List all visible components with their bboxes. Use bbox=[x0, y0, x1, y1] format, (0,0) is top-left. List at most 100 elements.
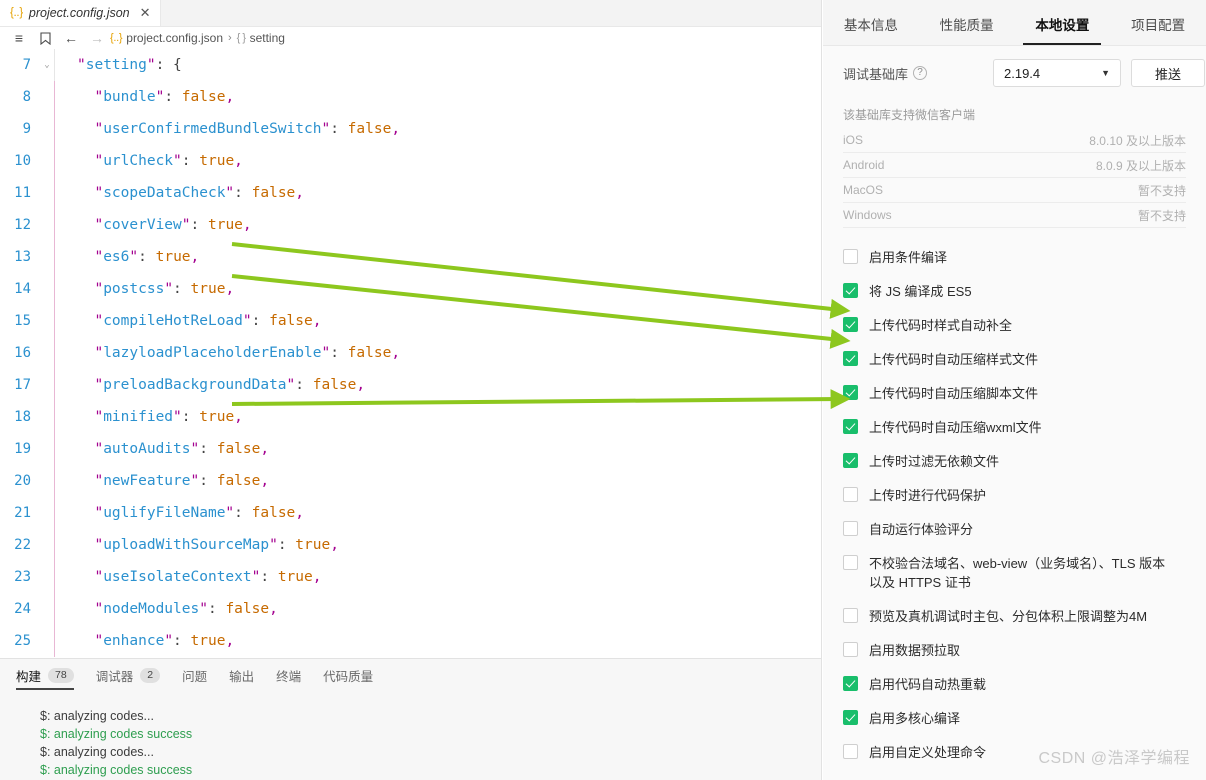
terminal-line: $: analyzing codes success bbox=[40, 727, 193, 741]
support-row: Android 8.0.9 及以上版本 bbox=[843, 153, 1186, 178]
code-line[interactable]: 10 "urlCheck": true, bbox=[0, 145, 821, 177]
code-line[interactable]: 23 "useIsolateContext": true, bbox=[0, 561, 821, 593]
bottom-tab-1[interactable]: 调试器 2 bbox=[95, 659, 161, 691]
right-tab-label: 项目配置 bbox=[1131, 18, 1186, 33]
support-version: 暂不支持 bbox=[1137, 183, 1186, 198]
code-line[interactable]: 11 "scopeDataCheck": false, bbox=[0, 177, 821, 209]
breadcrumb-symbol[interactable]: setting bbox=[250, 31, 285, 45]
support-title: 该基础库支持微信客户端 bbox=[843, 108, 976, 122]
line-number: 19 bbox=[14, 441, 31, 457]
line-number: 20 bbox=[14, 473, 31, 489]
help-icon[interactable]: ? bbox=[913, 66, 928, 80]
right-tab-3[interactable]: 项目配置 bbox=[1110, 14, 1206, 45]
code-line[interactable]: 24 "nodeModules": false, bbox=[0, 593, 821, 625]
checkbox-unchecked-icon[interactable] bbox=[843, 642, 858, 657]
setting-checkbox-row-3[interactable]: 上传代码时自动压缩样式文件 bbox=[843, 350, 1186, 369]
setting-checkbox-row-8[interactable]: 自动运行体验评分 bbox=[843, 520, 1186, 539]
right-tab-label: 本地设置 bbox=[1035, 18, 1090, 33]
code-line[interactable]: 13 "es6": true, bbox=[0, 241, 821, 273]
fold-toggle-icon[interactable]: ⌄ bbox=[40, 60, 54, 70]
code-line[interactable]: 14 "postcss": true, bbox=[0, 273, 821, 305]
terminal-output[interactable]: $: analyzing codes... $: analyzing codes … bbox=[0, 691, 821, 779]
bottom-tab-5[interactable]: 代码质量 bbox=[323, 659, 373, 691]
checkbox-unchecked-icon[interactable] bbox=[843, 744, 858, 759]
settings-checkbox-list: 启用条件编译将 JS 编译成 ES5 上传代码时样式自动补全 上传代码时自动压缩样式… bbox=[843, 228, 1186, 762]
code-line[interactable]: 17 "preloadBackgroundData": false, bbox=[0, 369, 821, 401]
bottom-tab-label: 调试器 bbox=[95, 669, 134, 684]
checkbox-checked-icon[interactable] bbox=[843, 385, 858, 400]
setting-checkbox-label: 启用数据预拉取 bbox=[869, 643, 961, 658]
checkbox-checked-icon[interactable] bbox=[843, 453, 858, 468]
line-number: 17 bbox=[14, 377, 31, 393]
code-line[interactable]: 21 "uglifyFileName": false, bbox=[0, 497, 821, 529]
bottom-tab-2[interactable]: 问题 bbox=[182, 659, 207, 691]
right-tab-2[interactable]: 本地设置 bbox=[1015, 14, 1111, 45]
line-number: 15 bbox=[14, 313, 31, 329]
support-version: 8.0.9 及以上版本 bbox=[1095, 158, 1186, 173]
support-os: Windows bbox=[843, 208, 892, 222]
code-line[interactable]: 25 "enhance": true, bbox=[0, 625, 821, 657]
support-os: MacOS bbox=[843, 183, 884, 197]
setting-checkbox-label: 不校验合法域名、web-view（业务域名）、TLS 版本以及 HTTPS 证书 bbox=[869, 556, 1166, 590]
code-text: "useIsolateContext": true, bbox=[94, 569, 322, 585]
setting-checkbox-row-11[interactable]: 启用数据预拉取 bbox=[843, 641, 1186, 660]
setting-checkbox-row-1[interactable]: 将 JS 编译成 ES5 bbox=[843, 282, 1186, 301]
checkbox-checked-icon[interactable] bbox=[843, 317, 858, 332]
code-line[interactable]: 16 "lazyloadPlaceholderEnable": false, bbox=[0, 337, 821, 369]
line-number: 21 bbox=[14, 505, 31, 521]
checkbox-unchecked-icon[interactable] bbox=[843, 608, 858, 623]
bottom-tab-0[interactable]: 构建 78 bbox=[16, 659, 74, 691]
bookmark-icon[interactable] bbox=[32, 30, 58, 46]
right-panel-body: 调试基础库 ? 2.19.4 ▼ 推送 该基础库支持微信客户端 iOS 8.0.1… bbox=[823, 46, 1206, 762]
code-line[interactable]: 19 "autoAudits": false, bbox=[0, 433, 821, 465]
breadcrumb-file[interactable]: project.config.json bbox=[126, 31, 223, 45]
code-line[interactable]: 18 "minified": true, bbox=[0, 401, 821, 433]
support-table: iOS 8.0.10 及以上版本 Android 8.0.9 及以上版本 MacOS 暂不… bbox=[843, 128, 1186, 228]
base-library-row: 调试基础库 ? 2.19.4 ▼ 推送 bbox=[843, 46, 1205, 100]
setting-checkbox-row-4[interactable]: 上传代码时自动压缩脚本文件 bbox=[843, 384, 1186, 403]
checkbox-unchecked-icon[interactable] bbox=[843, 555, 858, 570]
push-button[interactable]: 推送 bbox=[1131, 59, 1205, 87]
base-library-version-select[interactable]: 2.19.4 ▼ bbox=[993, 59, 1121, 87]
code-line[interactable]: 15 "compileHotReLoad": false, bbox=[0, 305, 821, 337]
setting-checkbox-row-10[interactable]: 预览及真机调试时主包、分包体积上限调整为4M bbox=[843, 607, 1186, 626]
editor-tab-project-config[interactable]: {..} project.config.json ✕ bbox=[0, 0, 161, 26]
list-icon[interactable]: ≡ bbox=[6, 30, 32, 46]
support-version: 8.0.10 及以上版本 bbox=[1089, 133, 1186, 148]
forward-arrow-icon[interactable]: → bbox=[84, 30, 110, 46]
checkbox-checked-icon[interactable] bbox=[843, 419, 858, 434]
right-tab-0[interactable]: 基本信息 bbox=[823, 14, 919, 45]
code-editor[interactable]: 7 ⌄ "setting": {8 "bundle": false, 9 "userC… bbox=[0, 49, 821, 658]
back-arrow-icon[interactable]: ← bbox=[58, 30, 84, 46]
setting-checkbox-row-9[interactable]: 不校验合法域名、web-view（业务域名）、TLS 版本以及 HTTPS 证书 bbox=[843, 554, 1186, 592]
setting-checkbox-row-5[interactable]: 上传代码时自动压缩wxml文件 bbox=[843, 418, 1186, 437]
line-number: 24 bbox=[14, 601, 31, 617]
bottom-tab-label: 构建 bbox=[16, 669, 42, 684]
code-line[interactable]: 22 "uploadWithSourceMap": true, bbox=[0, 529, 821, 561]
support-row: MacOS 暂不支持 bbox=[843, 178, 1186, 203]
checkbox-unchecked-icon[interactable] bbox=[843, 249, 858, 264]
code-line[interactable]: 9 "userConfirmedBundleSwitch": false, bbox=[0, 113, 821, 145]
setting-checkbox-row-7[interactable]: 上传时进行代码保护 bbox=[843, 486, 1186, 505]
checkbox-checked-icon[interactable] bbox=[843, 351, 858, 366]
checkbox-checked-icon[interactable] bbox=[843, 283, 858, 298]
bottom-tab-4[interactable]: 终端 bbox=[276, 659, 301, 691]
checkbox-unchecked-icon[interactable] bbox=[843, 487, 858, 502]
close-icon[interactable]: ✕ bbox=[140, 5, 151, 21]
setting-checkbox-row-13[interactable]: 启用多核心编译 bbox=[843, 709, 1186, 728]
code-line[interactable]: 20 "newFeature": false, bbox=[0, 465, 821, 497]
code-line[interactable]: 12 "coverView": true, bbox=[0, 209, 821, 241]
code-line[interactable]: 8 "bundle": false, bbox=[0, 81, 821, 113]
checkbox-checked-icon[interactable] bbox=[843, 710, 858, 725]
support-row: iOS 8.0.10 及以上版本 bbox=[843, 128, 1186, 153]
right-tab-1[interactable]: 性能质量 bbox=[919, 14, 1015, 45]
bottom-tab-3[interactable]: 输出 bbox=[229, 659, 254, 691]
code-text: "postcss": true, bbox=[94, 281, 235, 297]
code-line[interactable]: 7 ⌄ "setting": { bbox=[0, 49, 821, 81]
setting-checkbox-row-6[interactable]: 上传时过滤无依赖文件 bbox=[843, 452, 1186, 471]
checkbox-checked-icon[interactable] bbox=[843, 676, 858, 691]
setting-checkbox-row-12[interactable]: 启用代码自动热重载 bbox=[843, 675, 1186, 694]
setting-checkbox-row-0[interactable]: 启用条件编译 bbox=[843, 248, 1186, 267]
checkbox-unchecked-icon[interactable] bbox=[843, 521, 858, 536]
setting-checkbox-row-2[interactable]: 上传代码时样式自动补全 bbox=[843, 316, 1186, 335]
